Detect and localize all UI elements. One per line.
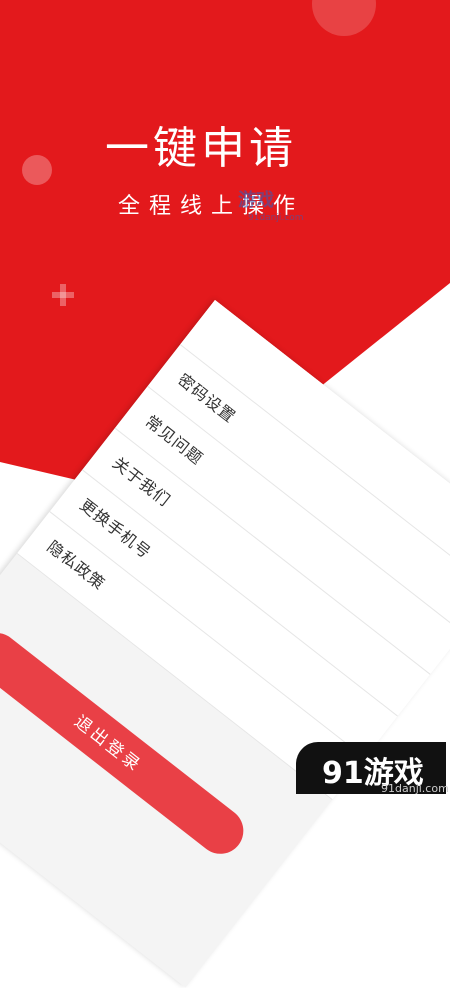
decor-circle-left [22, 155, 52, 185]
watermark-top: 游戏 91danji.com [238, 186, 334, 226]
hero-title: 一键申请 [105, 123, 297, 174]
watermark-top-text: 游戏 [238, 190, 274, 211]
watermark-bottom-url: 91danji.com [381, 782, 449, 795]
plus-decor-icon [52, 284, 74, 306]
watermark-top-url: 91danji.com [248, 213, 304, 223]
